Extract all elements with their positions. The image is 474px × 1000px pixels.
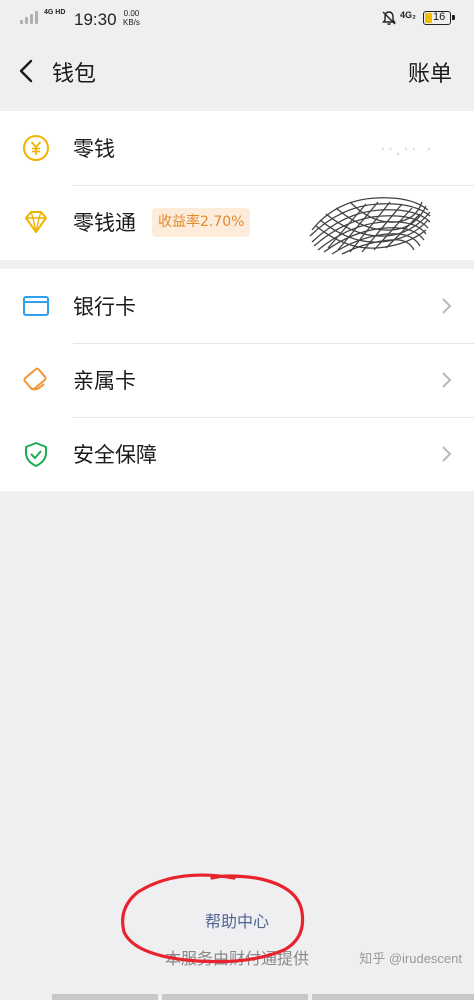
bottom-edge — [0, 994, 474, 1000]
network-label: 4G HD — [44, 9, 66, 16]
bill-button[interactable]: 账单 — [408, 56, 452, 88]
back-arrow-icon[interactable] — [16, 57, 38, 85]
family-card-icon — [23, 367, 47, 391]
status-bar: 4G HD 19:30 0.00 KB/s 4G₂ 16 — [0, 0, 474, 36]
notification-off-icon — [382, 11, 396, 25]
security-row[interactable]: 安全保障 — [0, 417, 474, 491]
chevron-right-icon — [442, 446, 452, 462]
status-time: 19:30 — [74, 10, 117, 29]
yuan-coin-icon — [23, 135, 49, 161]
network-indicator: 4G HD — [44, 8, 65, 17]
watermark: 知乎 @irudescent — [359, 951, 462, 966]
yield-rate-badge: 收益率2.70% — [152, 208, 251, 237]
change-balance-obscured: ··.·· · — [379, 139, 434, 160]
bank-card-label: 银行卡 — [73, 295, 136, 319]
battery-icon: 16 — [423, 11, 455, 25]
lingqiantong-label: 零钱通 — [73, 211, 136, 235]
diamond-icon — [25, 211, 47, 233]
network-speed: 0.00 KB/s — [123, 9, 140, 27]
family-card-row[interactable]: 亲属卡 — [0, 343, 474, 417]
wallet-balance-group: 零钱 ··.·· · 零钱通 收益率2.70% — [0, 111, 474, 260]
battery-level: 16 — [433, 11, 446, 23]
redaction-scribble — [309, 197, 431, 255]
security-label: 安全保障 — [73, 443, 157, 467]
family-card-label: 亲属卡 — [73, 369, 136, 393]
speed-value: 0.00 — [123, 9, 140, 18]
change-label: 零钱 — [73, 137, 115, 161]
chevron-right-icon — [442, 298, 452, 314]
red-annotation-circle — [121, 873, 305, 964]
card-services-group: 银行卡 亲属卡 安全保障 — [0, 269, 474, 491]
signal-icon — [20, 10, 38, 24]
chevron-right-icon — [442, 372, 452, 388]
bank-card-icon — [23, 296, 49, 316]
sim2-indicator: 4G₂ — [400, 10, 417, 20]
bank-card-row[interactable]: 银行卡 — [0, 269, 474, 343]
speed-unit: KB/s — [123, 18, 140, 27]
nav-bar: 钱包 账单 — [0, 36, 474, 110]
lingqiantong-row[interactable]: 零钱通 收益率2.70% — [0, 185, 474, 259]
shield-check-icon — [25, 442, 47, 467]
change-row[interactable]: 零钱 ··.·· · — [0, 111, 474, 185]
page-title: 钱包 — [52, 62, 97, 87]
